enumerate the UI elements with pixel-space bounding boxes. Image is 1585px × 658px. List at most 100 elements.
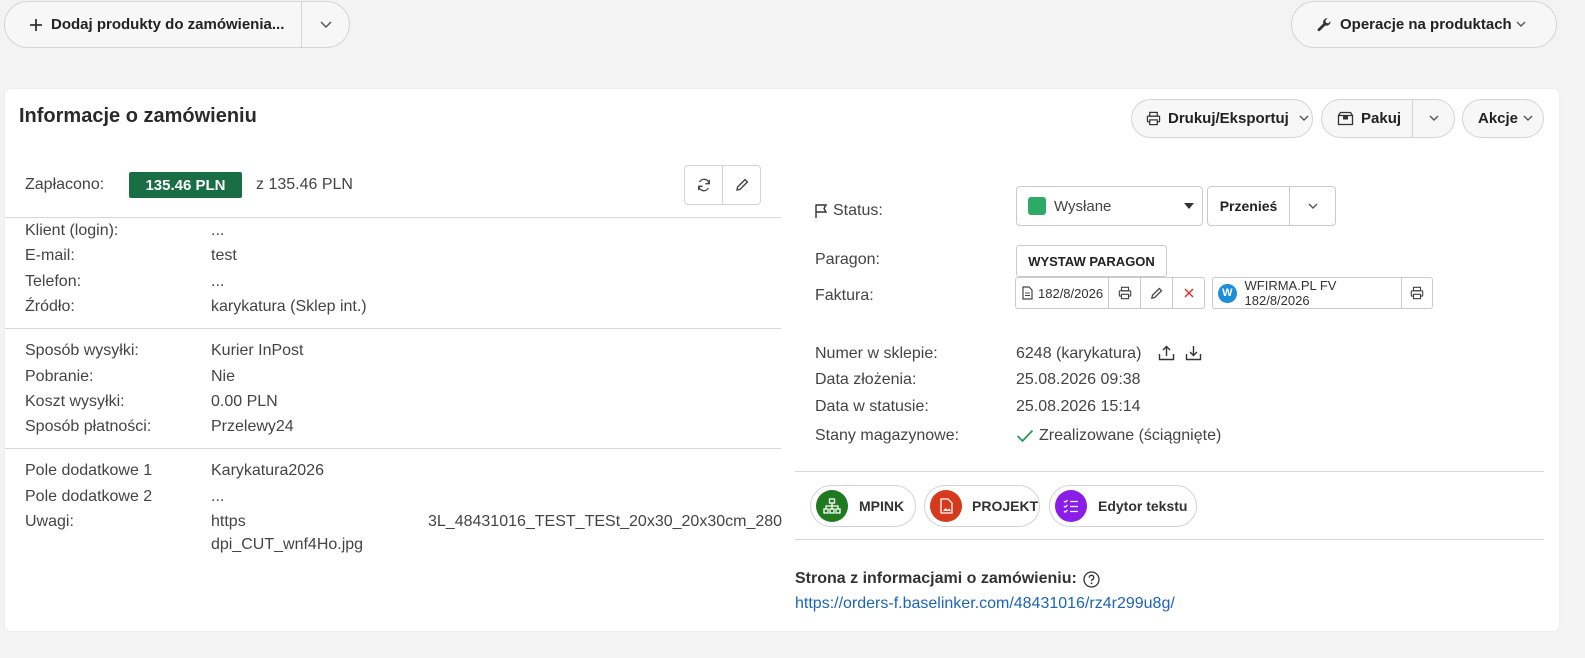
order-date-label: Data złożenia: (815, 371, 917, 388)
divider (795, 471, 1544, 472)
pack-button-group: Pakuj (1321, 99, 1455, 138)
paid-total: z 135.46 PLN (256, 176, 353, 193)
stock-value: Zrealizowane (ściągnięte) (1039, 427, 1222, 444)
wrench-icon (1316, 17, 1332, 33)
pack-dropdown-toggle[interactable] (1413, 100, 1454, 137)
status-color-swatch (1028, 197, 1046, 215)
source-label: Źródło: (25, 298, 75, 315)
flag-icon (814, 203, 829, 219)
stock-label: Stany magazynowe: (815, 427, 960, 444)
app-mpink-label: MPINK (859, 498, 905, 514)
email-label: E-mail: (25, 247, 75, 264)
actions-label: Akcje (1478, 110, 1519, 127)
shipping-cost-label: Koszt wysyłki: (25, 393, 125, 410)
paid-label: Zapłacono: (25, 176, 105, 193)
cod-label: Pobranie: (25, 368, 94, 385)
extra-field1-label: Pole dodatkowe 1 (25, 462, 153, 479)
wfirma-invoice-label: WFIRMA.PL FV 182/8/2026 (1244, 278, 1337, 308)
shipping-cost-value: 0.00 PLN (211, 393, 278, 410)
chevron-down-icon (1308, 203, 1318, 210)
chevron-down-icon (1299, 115, 1309, 122)
printer-icon (1410, 286, 1424, 300)
invoice-delete-button[interactable] (1173, 278, 1204, 308)
question-circle-icon[interactable] (1083, 570, 1100, 588)
source-value: karykatura (Sklep int.) (211, 298, 367, 315)
divider (5, 328, 781, 329)
download-icon[interactable] (1185, 345, 1202, 361)
paid-amount-badge: 135.46 PLN (129, 172, 242, 198)
image-file-icon (930, 490, 962, 522)
shipping-method-label: Sposób wysyłki: (25, 342, 139, 359)
move-button-group: Przenieś (1207, 186, 1336, 226)
order-info-card: Informacje o zamówieniu Drukuj/Eksportuj… (5, 89, 1559, 631)
app-projekt-button[interactable]: PROJEKT (924, 485, 1040, 527)
pack-label: Pakuj (1361, 110, 1402, 127)
wfirma-logo-icon: W (1218, 283, 1237, 303)
notes-line1-end: 3L_48431016_TEST_TESt_20x30_20x30cm_280 (428, 513, 783, 530)
payment-method-value: Przelewy24 (211, 418, 294, 435)
issue-receipt-button[interactable]: WYSTAW PARAGON (1016, 245, 1167, 277)
shipping-method-value: Kurier InPost (211, 342, 304, 359)
edit-payment-button[interactable] (722, 165, 761, 205)
notes-label: Uwagi: (25, 513, 74, 530)
chevron-down-icon (1429, 115, 1439, 122)
actions-button[interactable]: Akcje (1462, 99, 1544, 138)
plus-icon (29, 18, 43, 32)
status-label: Status: (833, 202, 883, 219)
app-text-editor-label: Edytor tekstu (1098, 498, 1188, 514)
move-dropdown-toggle[interactable] (1290, 187, 1335, 225)
invoice-number-button[interactable]: 182/8/2026 (1016, 278, 1109, 308)
upload-icon[interactable] (1158, 345, 1175, 361)
caret-down-icon (1184, 203, 1194, 209)
extra-field2-label: Pole dodatkowe 2 (25, 488, 153, 505)
extra-field1-value: Karykatura2026 (211, 462, 324, 479)
invoice-edit-button[interactable] (1141, 278, 1173, 308)
client-login-label: Klient (login): (25, 222, 119, 239)
notes-line2: dpi_CUT_wnf4Ho.jpg (211, 536, 364, 553)
add-products-button[interactable]: Dodaj produkty do zamówienia... (5, 2, 302, 47)
pack-button[interactable]: Pakuj (1322, 100, 1413, 137)
order-page-link[interactable]: https://orders-f.baselinker.com/48431016… (795, 595, 1175, 613)
notes-line1-start: https (211, 513, 246, 530)
wfirma-invoice-button[interactable]: W WFIRMA.PL FV 182/8/2026 (1213, 278, 1402, 308)
invoice-number: 182/8/2026 (1038, 285, 1104, 301)
order-date-value: 25.08.2026 09:38 (1016, 371, 1141, 388)
chevron-down-icon (1523, 115, 1533, 122)
extra-field2-value: ... (211, 488, 225, 505)
pencil-icon (1150, 287, 1163, 300)
cod-value: Nie (211, 368, 236, 385)
move-button[interactable]: Przenieś (1208, 187, 1290, 225)
refresh-payment-button[interactable] (684, 165, 723, 205)
chevron-down-icon (319, 20, 332, 29)
printer-icon (1118, 286, 1132, 300)
product-operations-label: Operacje na produktach (1340, 16, 1512, 33)
status-date-value: 25.08.2026 15:14 (1016, 398, 1141, 415)
print-export-label: Drukuj/Eksportuj (1168, 110, 1289, 127)
list-check-icon (1055, 490, 1087, 522)
add-products-button-group: Dodaj produkty do zamówienia... (4, 1, 350, 48)
email-value: test (211, 247, 237, 264)
app-mpink-button[interactable]: MPINK (810, 485, 916, 527)
print-export-button[interactable]: Drukuj/Eksportuj (1131, 99, 1313, 138)
product-operations-button[interactable]: Operacje na produktach (1291, 1, 1557, 48)
invoice-print-button[interactable] (1109, 278, 1141, 308)
divider (5, 217, 781, 218)
add-products-label: Dodaj produkty do zamówienia... (51, 16, 285, 33)
wfirma-button-group: W WFIRMA.PL FV 182/8/2026 (1212, 277, 1433, 309)
document-icon (1022, 286, 1033, 300)
order-info-title: Informacje o zamówieniu (19, 105, 257, 127)
phone-value: ... (211, 273, 225, 290)
receipt-label: Paragon: (815, 251, 880, 268)
status-select[interactable]: Wysłane (1016, 186, 1203, 226)
payment-method-label: Sposób płatności: (25, 418, 152, 435)
refresh-icon (697, 178, 711, 192)
box-icon (1337, 111, 1354, 126)
app-text-editor-button[interactable]: Edytor tekstu (1049, 485, 1197, 527)
checkmark-icon (1016, 429, 1034, 443)
shop-number-label: Numer w sklepie: (815, 345, 938, 362)
wfirma-print-button[interactable] (1402, 278, 1432, 308)
status-value: Wysłane (1054, 197, 1112, 215)
client-login-value: ... (211, 222, 225, 239)
order-page-heading: Strona z informacjami o zamówieniu: (795, 570, 1100, 588)
add-products-dropdown-toggle[interactable] (302, 2, 349, 47)
